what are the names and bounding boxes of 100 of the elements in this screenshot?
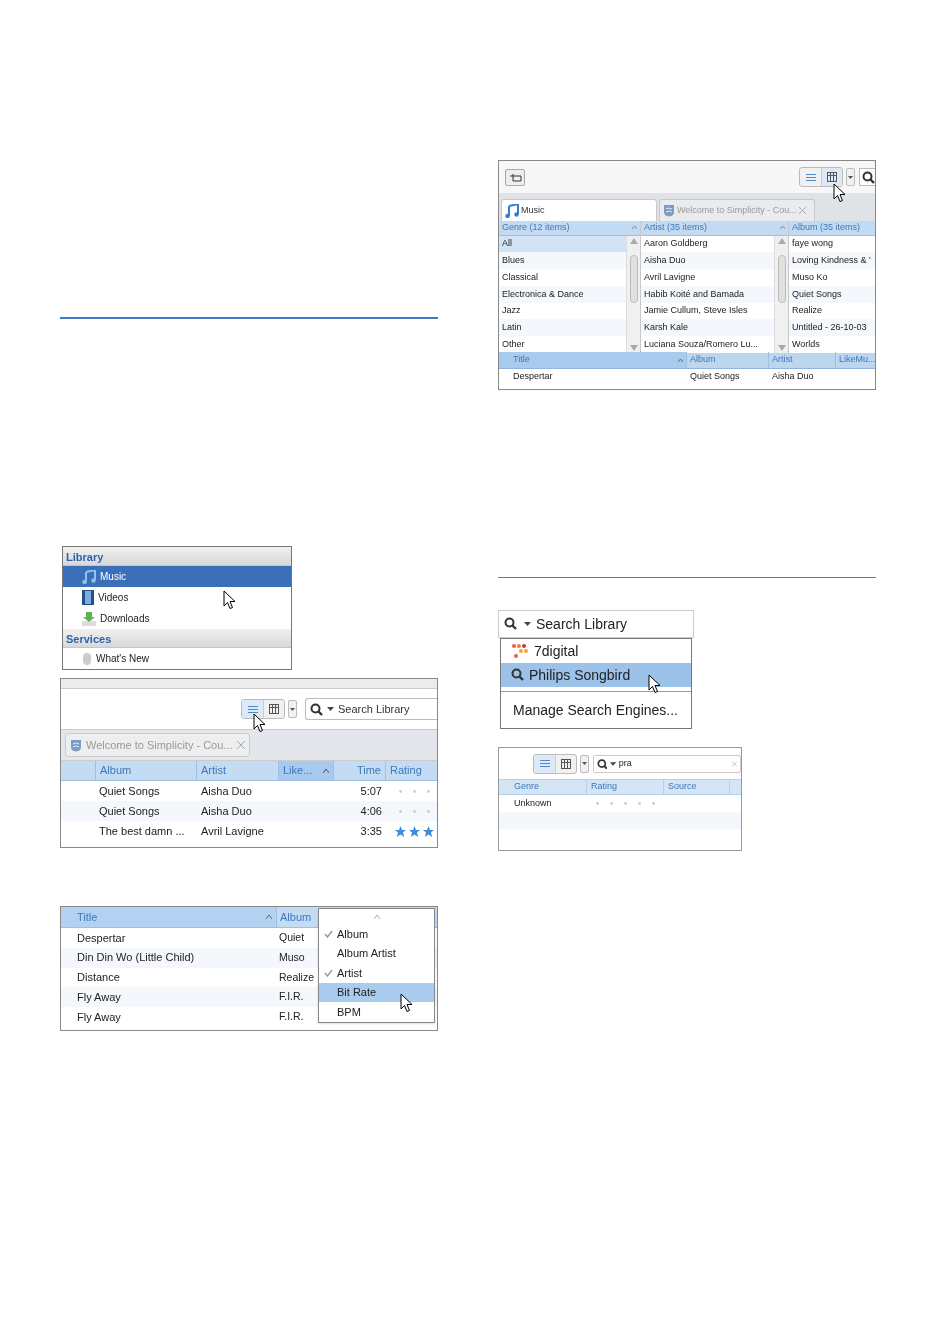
column-header-label: Artist (201, 763, 227, 779)
search-button[interactable] (859, 168, 875, 186)
new-tab-icon (508, 172, 522, 182)
caret-icon (524, 622, 531, 626)
music-note-icon (505, 203, 519, 218)
star-icon (409, 825, 420, 837)
list-view-icon (247, 704, 258, 714)
tab-label[interactable]: Music (521, 203, 545, 218)
music-note-icon (82, 569, 96, 584)
star-rating[interactable] (395, 825, 434, 837)
table-cell: Fly Away (77, 991, 121, 1004)
list-item[interactable]: Karsh Kale (641, 319, 774, 337)
column-view-icon (827, 172, 837, 182)
search-input[interactable]: pra (618, 756, 729, 771)
column-header[interactable]: Rating (587, 780, 664, 794)
column-view-icon (269, 704, 279, 714)
dropdown-button[interactable] (288, 700, 297, 718)
search-field[interactable]: Search Library (305, 698, 437, 720)
list-item[interactable]: Blues (499, 252, 626, 270)
check-icon (323, 969, 333, 977)
search-input[interactable]: Search Library (536, 613, 676, 635)
list-view-button[interactable] (534, 754, 555, 773)
table-cell: Muso (279, 950, 305, 963)
sidebar-item[interactable]: What's New (63, 648, 291, 669)
device-icon (82, 652, 92, 665)
scroll-thumb[interactable] (777, 255, 786, 304)
list-item[interactable]: Loving Kindness & ' (789, 252, 875, 270)
column-header-label: Genre (514, 780, 539, 794)
table-cell-text: 3:35 (360, 823, 382, 839)
menu-item-label[interactable]: Philips Songbird (529, 664, 631, 686)
scroll-thumb[interactable] (629, 255, 638, 304)
menu-item-label[interactable]: 7digital (534, 640, 579, 662)
column-header-label: Album (280, 909, 312, 925)
shield-icon (70, 738, 82, 752)
search-icon (310, 702, 323, 716)
table-cell: Despertar (513, 370, 553, 384)
menu-item-label[interactable]: Bit Rate (337, 984, 377, 1001)
sidebar-item-label[interactable]: Downloads (100, 611, 150, 626)
dropdown-button[interactable] (846, 168, 855, 186)
download-icon (82, 611, 96, 626)
table-cell-text: 4:06 (360, 803, 382, 819)
column-header[interactable]: Source (664, 780, 730, 794)
column-header-label: Source (668, 780, 697, 794)
pointer-icon (648, 674, 661, 694)
menu-item[interactable]: Bit Rate (319, 982, 434, 1003)
table-cell: Despertar (77, 931, 126, 944)
column-header-label: Album (690, 353, 716, 367)
table-cell: F.I.R. (279, 990, 304, 1003)
table-cell: Distance (77, 971, 120, 984)
list-item[interactable]: Aisha Duo (641, 252, 774, 270)
pointer-icon (253, 713, 266, 733)
caret-icon (848, 175, 853, 179)
caret-icon (609, 761, 616, 766)
clear-icon (731, 760, 737, 767)
list-view-button[interactable] (242, 700, 263, 718)
table-cell: Realize (279, 970, 315, 983)
table-cell: Quiet Songs (99, 804, 160, 817)
column-header[interactable]: Genre (501, 780, 587, 794)
search-input[interactable]: Search Library (338, 700, 428, 718)
column-header-label: Title (513, 353, 530, 367)
menu-item[interactable]: Album Artist (319, 943, 434, 964)
sidebar-item[interactable]: Videos (63, 587, 291, 608)
sidebar-item[interactable]: Downloads (63, 608, 291, 629)
table-cell: Quiet Songs (690, 370, 740, 384)
scroll-bar[interactable] (774, 235, 788, 354)
tab[interactable]: Music (501, 199, 657, 221)
menu-item[interactable]: 7digital (501, 639, 691, 663)
menu-item[interactable]: Artist (319, 963, 434, 983)
menu-item-label[interactable]: Album Artist (337, 945, 396, 962)
menu-item[interactable]: Album (319, 924, 434, 944)
caret-icon (582, 762, 587, 765)
star-icon (423, 825, 434, 837)
menu-item[interactable]: Philips Songbird (501, 663, 691, 687)
table-cell: Quiet Songs (99, 784, 160, 797)
sidebar-item-label[interactable]: What's New (96, 651, 150, 666)
close-icon (236, 741, 245, 749)
caret-icon (290, 707, 295, 711)
sidebar-item-label[interactable]: Videos (98, 590, 129, 605)
sidebar-item-label[interactable]: Music (100, 569, 127, 584)
search-icon (597, 758, 607, 769)
menu-item-label[interactable]: Album (337, 925, 369, 943)
dots-logo-icon (511, 643, 531, 659)
dropdown-button[interactable] (580, 754, 589, 773)
list-item[interactable]: Latin (499, 319, 626, 337)
menu-item-label[interactable]: Artist (337, 964, 363, 982)
column-view-button[interactable] (821, 168, 842, 186)
search-icon (504, 616, 519, 632)
search-field[interactable]: Search Library (498, 610, 694, 638)
sidebar-item[interactable]: Music (63, 566, 291, 587)
add-tab-button[interactable] (505, 168, 525, 186)
menu-item[interactable]: Manage Search Engines... (501, 692, 691, 728)
table-cell-text: 5:07 (360, 783, 382, 799)
scroll-bar[interactable] (626, 235, 640, 354)
menu-item-label[interactable]: BPM (337, 1003, 361, 1021)
list-item[interactable]: Untitled - 26-10-03 (789, 319, 875, 337)
star-icon (395, 825, 406, 837)
column-header-label: Time (356, 763, 381, 779)
pointer-icon (223, 590, 236, 610)
search-field[interactable]: pra (593, 754, 741, 773)
menu-item[interactable]: BPM (319, 1002, 434, 1022)
